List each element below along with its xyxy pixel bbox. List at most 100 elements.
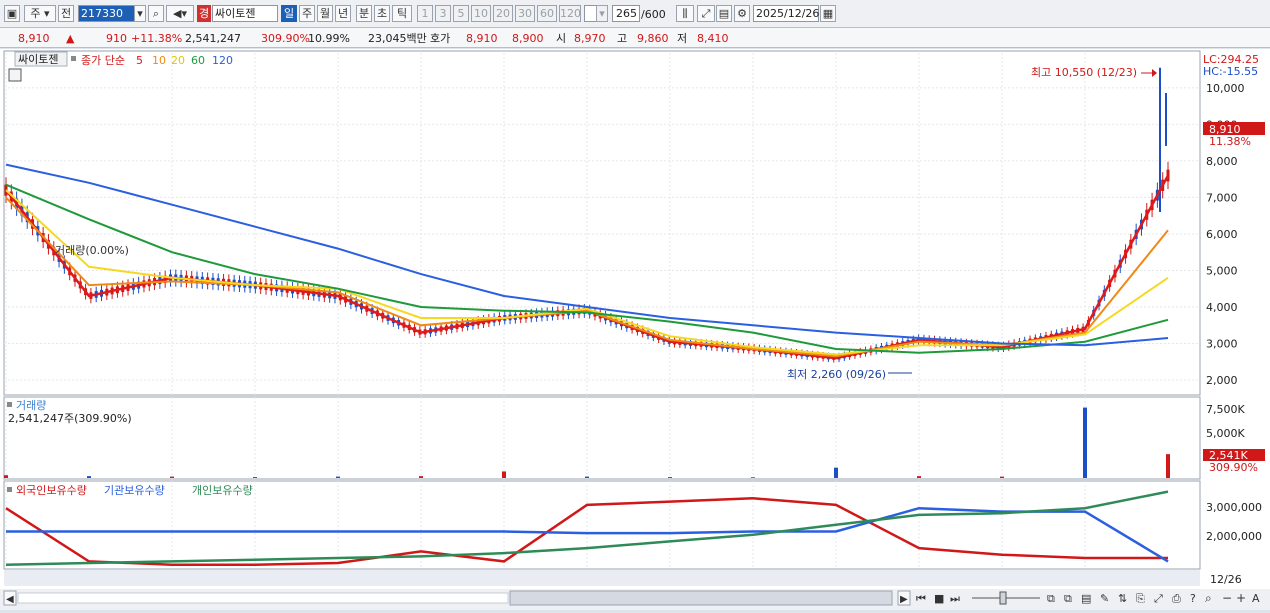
price-change: 910 — [106, 32, 127, 45]
current-price: 8,910 — [18, 32, 50, 45]
tab-year[interactable]: 년 — [335, 5, 351, 22]
scroll-track[interactable] — [17, 592, 509, 604]
price-tick-label: 5,000 — [1206, 264, 1238, 277]
tab-day[interactable]: 일 — [281, 5, 297, 22]
interval-dropdown-icon[interactable]: ▾ — [596, 5, 608, 22]
volume-bar — [170, 476, 174, 478]
hc-label: HC:-15.55 — [1203, 65, 1258, 78]
layout-1-icon[interactable]: ⧉ — [1047, 592, 1055, 605]
trade-amount: 23,045백만 — [368, 32, 427, 45]
bar-count-max: /600 — [641, 8, 666, 21]
search-icon[interactable]: ⌕ — [148, 5, 164, 22]
stop-icon[interactable]: ■ — [934, 592, 944, 605]
arrange-icon[interactable]: ⇅ — [1118, 592, 1127, 605]
legend-foreign: 외국인보유수량 — [16, 484, 87, 497]
name-tag: 싸이토젠 — [18, 53, 58, 66]
sound-icon[interactable]: ◀▾ — [166, 5, 194, 22]
x-axis-right-label: 12/26 — [1210, 573, 1242, 586]
print-icon[interactable]: ⎙ — [1172, 592, 1181, 605]
price-tick-label: 6,000 — [1206, 228, 1238, 241]
volume-bar — [751, 477, 755, 478]
scroll-thumb[interactable] — [509, 590, 893, 606]
volume-bar — [834, 467, 838, 478]
draw-tool-icon[interactable]: ⤢ — [697, 5, 715, 22]
volume-legend-marker — [7, 402, 12, 407]
date-input[interactable]: 2025/12/26 — [753, 5, 819, 22]
low-price: 8,410 — [697, 32, 729, 45]
tab-week[interactable]: 주 — [299, 5, 315, 22]
volume-bar — [419, 476, 423, 478]
holding-tick-3m: 3,000,000 — [1206, 501, 1262, 514]
ma-120-label: 120 — [212, 54, 233, 67]
quote-bar: 8,910 ▲ 910 +11.38% 2,541,247 309.90% 10… — [0, 28, 1270, 75]
font-size-icon[interactable]: A — [1252, 592, 1260, 605]
volume-ratio: 309.90% — [261, 32, 310, 45]
volume-bar — [1083, 407, 1087, 478]
tab-month[interactable]: 월 — [317, 5, 333, 22]
high-annotation: 최고 10,550 (12/23) — [1031, 66, 1137, 79]
volume-bar — [917, 476, 921, 478]
tab-second[interactable]: 초 — [374, 5, 390, 22]
price-tick-label: 4,000 — [1206, 301, 1238, 314]
zoom-slider-handle[interactable] — [999, 591, 1007, 605]
prev-button[interactable]: 전 — [58, 5, 74, 22]
interval-3[interactable]: 3 — [435, 5, 451, 22]
scroll-right-icon: ▶ — [900, 594, 908, 605]
gear-icon[interactable]: ⚙ — [734, 5, 750, 22]
last-icon[interactable]: ⏭ — [950, 592, 960, 605]
volume-bar — [253, 477, 257, 478]
price-tick-label: 10,000 — [1206, 82, 1245, 95]
zoom-in-icon[interactable]: + — [1236, 591, 1246, 605]
period-select-label: 주 — [30, 7, 41, 20]
volume-value: 2,541,247주(309.90%) — [8, 412, 132, 425]
interval-30[interactable]: 30 — [515, 5, 535, 22]
volume-tick-7500: 7,500K — [1206, 403, 1245, 416]
help-icon[interactable]: ? — [1190, 592, 1196, 605]
volume-bar — [502, 471, 506, 478]
layout-3-icon[interactable]: ▤ — [1081, 592, 1091, 605]
copy-icon[interactable]: ⎘ — [1136, 592, 1145, 605]
ma-5-label: 5 — [136, 54, 143, 67]
turnover: 10.99% — [308, 32, 350, 45]
layout-2-icon[interactable]: ⧉ — [1064, 592, 1072, 605]
bid-price-1: 8,910 — [466, 32, 498, 45]
bar-count-input[interactable]: 265 — [612, 5, 640, 22]
calendar-icon[interactable]: ▦ — [820, 5, 836, 22]
save-icon[interactable]: ▤ — [716, 5, 732, 22]
interval-10[interactable]: 10 — [471, 5, 491, 22]
scroll-left-icon: ◀ — [6, 594, 14, 605]
price-tick-label: 3,000 — [1206, 338, 1238, 351]
interval-1[interactable]: 1 — [417, 5, 433, 22]
stock-name-field[interactable]: 싸이토젠 — [212, 5, 278, 22]
tab-tick[interactable]: 틱 — [392, 5, 412, 22]
price-change-pct: +11.38% — [131, 32, 183, 45]
holding-tick-2m: 2,000,000 — [1206, 530, 1262, 543]
low-annotation: 최저 2,260 (09/26) — [787, 368, 886, 381]
zoom-icon[interactable]: ⌕ — [1205, 591, 1212, 605]
candle-type-icon[interactable]: ⫼ — [676, 5, 694, 22]
window-menu-icon[interactable]: ▣ — [4, 5, 20, 22]
interval-120[interactable]: 120 — [559, 5, 581, 22]
zoom-out-icon[interactable]: − — [1222, 591, 1232, 605]
ma-label: 종가 단순 — [81, 54, 125, 67]
code-dropdown-icon[interactable]: ▾ — [134, 5, 146, 22]
legend-individual: 개인보유수량 — [192, 484, 253, 497]
legend-institution: 기관보유수량 — [104, 484, 165, 497]
period-select[interactable]: 주 ▾ — [24, 5, 56, 22]
interval-60[interactable]: 60 — [537, 5, 557, 22]
volume-bar — [4, 475, 8, 478]
first-icon[interactable]: ⏮ — [916, 592, 926, 605]
interval-20[interactable]: 20 — [493, 5, 513, 22]
price-tick-label: 7,000 — [1206, 191, 1238, 204]
stock-chart[interactable]: 2024/112025/0102030405060708091011122,00… — [0, 49, 1270, 610]
price-tick-label: 8,000 — [1206, 155, 1238, 168]
ma-10-label: 10 — [152, 54, 166, 67]
stock-code-input[interactable]: 217330 — [78, 5, 136, 22]
high-price: 9,860 — [637, 32, 669, 45]
volume-bar — [668, 477, 672, 478]
interval-5[interactable]: 5 — [453, 5, 469, 22]
expand-icon[interactable]: ⤢ — [1154, 592, 1163, 605]
tools-icon[interactable]: ✎ — [1100, 592, 1109, 605]
tab-minute[interactable]: 분 — [356, 5, 372, 22]
table-icon[interactable] — [8, 68, 22, 82]
